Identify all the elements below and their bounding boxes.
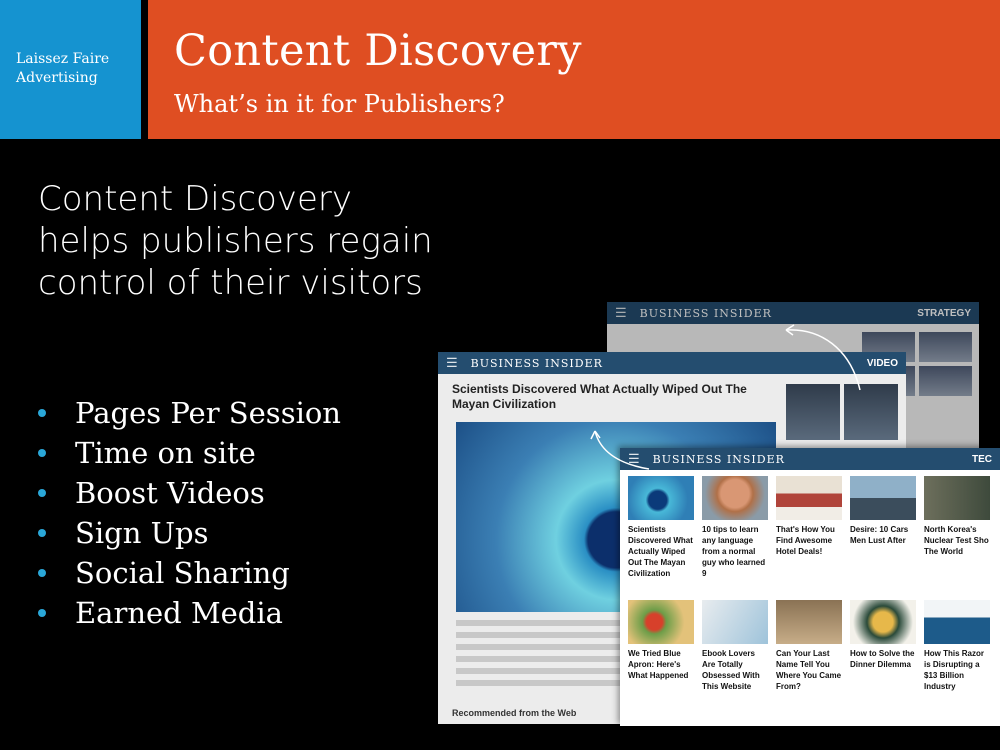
site-header-bar: ☰ BUSINESS INSIDER TEC [620,448,1000,470]
bullet-item: Pages Per Session [38,393,341,433]
card-thumbnail [776,600,842,644]
card-thumbnail [850,476,916,520]
brand-line-1: Laissez Faire [16,51,110,67]
slide-title: Content Discovery [174,26,582,76]
card-thumbnail [776,476,842,520]
bullet-dot-icon [38,409,46,417]
bullet-item: Sign Ups [38,513,341,553]
recommendation-card[interactable]: Desire: 10 Cars Men Lust After [850,476,916,594]
bullet-text: Pages Per Session [75,396,341,430]
title-bar: Content Discovery What’s in it for Publi… [148,0,1000,139]
recommendation-card[interactable]: That's How You Find Awesome Hotel Deals! [776,476,842,594]
card-thumbnail [702,600,768,644]
brand-line-2: Advertising [16,70,98,86]
screenshot-tech-page: ☰ BUSINESS INSIDER TEC Scientists Discov… [620,448,1000,726]
bullet-item: Boost Videos [38,473,341,513]
card-thumbnail [924,600,990,644]
bullet-item: Time on site [38,433,341,473]
recommendation-card[interactable]: Scientists Discovered What Actually Wipe… [628,476,694,594]
bullet-dot-icon [38,569,46,577]
thumbnail-image [919,332,972,362]
hamburger-menu-icon: ☰ [446,355,459,371]
card-caption: Scientists Discovered What Actually Wipe… [628,525,693,578]
bullet-dot-icon [38,489,46,497]
card-caption: Can Your Last Name Tell You Where You Ca… [776,649,842,691]
bullet-dot-icon [38,529,46,537]
card-caption: 10 tips to learn any language from a nor… [702,525,766,578]
card-caption: How This Razor is Disrupting a $13 Billi… [924,649,985,691]
bullet-text: Sign Ups [75,516,209,550]
recommendation-card[interactable]: Ebook Lovers Are Totally Obsessed With T… [702,600,768,718]
curved-arrow-icon [590,430,650,470]
bullet-item: Earned Media [38,593,341,633]
site-brand: BUSINESS INSIDER [652,452,785,466]
recommendation-card[interactable]: Can Your Last Name Tell You Where You Ca… [776,600,842,718]
bullet-text: Time on site [75,436,256,470]
card-caption: How to Solve the Dinner Dilemma [850,649,915,669]
headline-line-1: Content Discovery [38,179,353,219]
card-caption: That's How You Find Awesome Hotel Deals! [776,525,835,556]
curved-arrow-icon [785,324,861,391]
recommendation-card[interactable]: How This Razor is Disrupting a $13 Billi… [924,600,990,718]
card-thumbnail [924,476,990,520]
recommendation-grid: Scientists Discovered What Actually Wipe… [628,476,1000,718]
bullet-text: Earned Media [75,596,283,630]
site-section: TEC [972,453,992,465]
card-thumbnail [850,600,916,644]
bullet-text: Social Sharing [75,556,290,590]
site-brand: BUSINESS INSIDER [470,356,603,370]
article-title: Scientists Discovered What Actually Wipe… [452,382,747,411]
bullet-list: Pages Per Session Time on site Boost Vid… [38,393,341,633]
recommendation-card[interactable]: How to Solve the Dinner Dilemma [850,600,916,718]
headline-line-3: control of their visitors [38,263,423,303]
thumbnail-image [919,366,972,396]
bullet-dot-icon [38,449,46,457]
site-brand: BUSINESS INSIDER [639,306,772,320]
card-caption: Ebook Lovers Are Totally Obsessed With T… [702,649,760,691]
recommendation-card[interactable]: We Tried Blue Apron: Here's What Happene… [628,600,694,718]
bullet-item: Social Sharing [38,553,341,593]
card-thumbnail [628,600,694,644]
site-section: VIDEO [866,357,898,369]
recommendation-card[interactable]: North Korea's Nuclear Test Sho The World [924,476,990,594]
site-section: STRATEGY [917,307,971,319]
slide-subtitle: What’s in it for Publishers? [174,90,505,118]
recommendation-card[interactable]: 10 tips to learn any language from a nor… [702,476,768,594]
bullet-dot-icon [38,609,46,617]
brand-box: Laissez Faire Advertising [0,0,141,139]
card-thumbnail [702,476,768,520]
bullet-text: Boost Videos [75,476,265,510]
card-caption: Desire: 10 Cars Men Lust After [850,525,909,545]
card-thumbnail [628,476,694,520]
headline: Content Discovery helps publishers regai… [38,178,508,304]
card-caption: We Tried Blue Apron: Here's What Happene… [628,649,689,680]
hamburger-menu-icon: ☰ [615,305,628,321]
recommended-heading: Recommended from the Web [452,708,577,718]
card-caption: North Korea's Nuclear Test Sho The World [924,525,989,556]
headline-line-2: helps publishers regain [38,221,433,261]
